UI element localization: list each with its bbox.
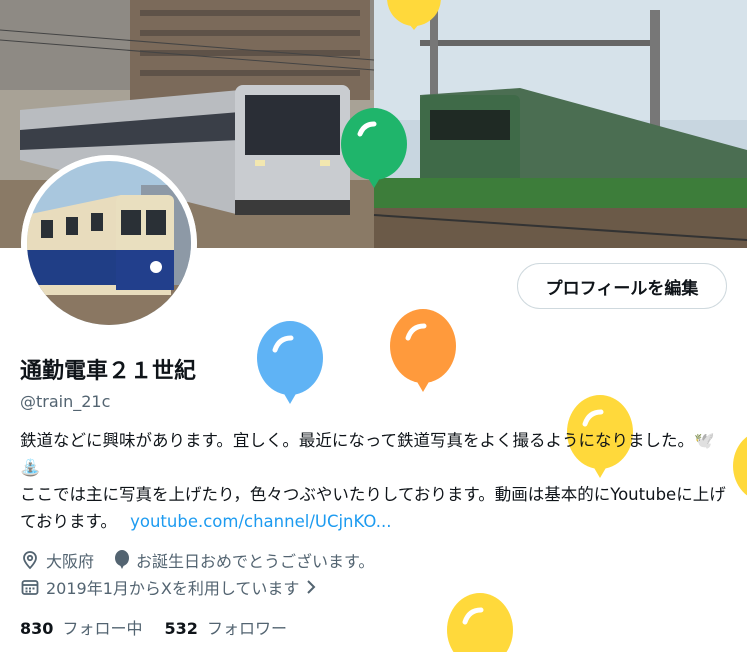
balloon-icon: [114, 550, 130, 570]
profile-meta-row: 大阪府 お誕生日おめでとうございます。: [20, 548, 374, 572]
handle: @train_21c: [20, 392, 111, 411]
balloon-yellow-edge-icon: [733, 430, 747, 514]
bio-line-1: 鉄道などに興味があります。宜しく。最近になって鉄道写真をよく撮るようになりました…: [20, 431, 715, 477]
balloon-green-icon: [340, 108, 408, 202]
edit-profile-button[interactable]: プロフィールを編集: [517, 263, 727, 309]
chevron-right-icon: [305, 579, 317, 595]
location-icon: [20, 550, 40, 570]
location-text: 大阪府: [46, 552, 95, 571]
banner-photo-right: [373, 0, 747, 248]
display-name: 通勤電車２１世紀: [20, 359, 197, 384]
followers-link[interactable]: 532 フォロワー: [165, 615, 288, 639]
birthday-text: お誕生日おめでとうございます。: [136, 552, 375, 571]
following-link[interactable]: 830 フォロー中: [20, 615, 143, 639]
calendar-icon: [20, 577, 40, 597]
balloon-blue-icon: [255, 320, 325, 414]
bio-line-2: ここでは主に写真を上げたり，色々つぶやいたりしております。動画は基本的にYout…: [20, 481, 732, 535]
bio-link[interactable]: youtube.com/channel/UCjnKO...: [130, 512, 391, 531]
avatar[interactable]: [21, 155, 197, 331]
following-label: フォロー中: [62, 619, 143, 638]
joined-text: 2019年1月からXを利用しています: [46, 579, 300, 598]
followers-label: フォロワー: [207, 619, 288, 638]
balloon-yellow-bottom-icon: [445, 592, 515, 656]
follow-stats: 830 フォロー中 532 フォロワー: [20, 615, 309, 639]
joined-row[interactable]: 2019年1月からXを利用しています: [20, 575, 317, 599]
following-count: 830: [20, 619, 54, 638]
followers-count: 532: [164, 619, 198, 638]
balloon-yellow-top-icon: [386, 0, 442, 34]
balloon-orange-icon: [388, 308, 458, 402]
bio: 鉄道などに興味があります。宜しく。最近になって鉄道写真をよく撮るようになりました…: [20, 427, 732, 535]
